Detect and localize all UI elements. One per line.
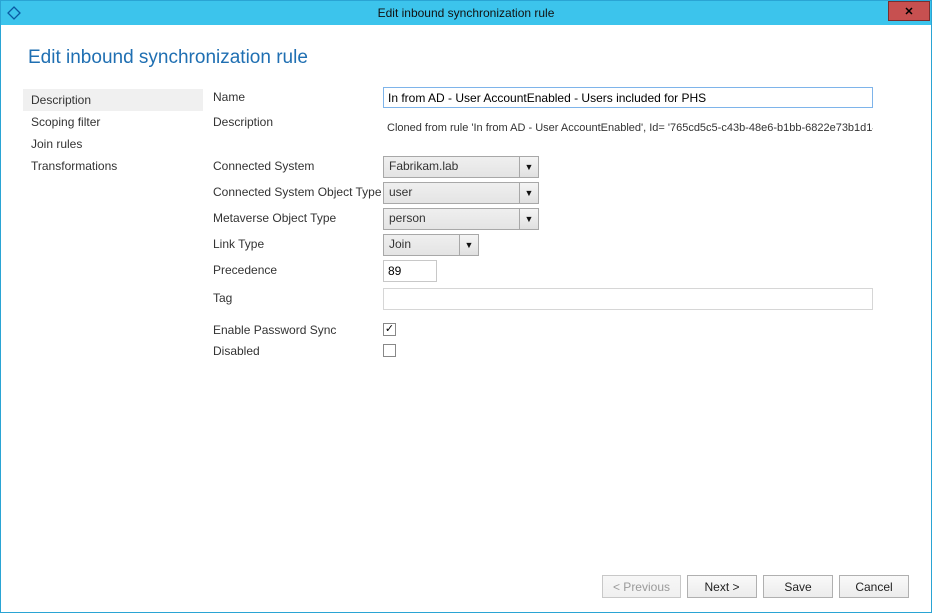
mv-object-type-value: person [383,208,519,230]
chevron-down-icon[interactable]: ▼ [459,234,479,256]
disabled-label: Disabled [213,341,383,358]
sidebar-item-label: Scoping filter [31,115,100,129]
main-row: Description Scoping filter Join rules Tr… [23,87,909,557]
window-title: Edit inbound synchronization rule [1,6,931,20]
cs-object-type-combo[interactable]: user ▼ [383,182,539,204]
mv-object-type-label: Metaverse Object Type [213,208,383,225]
sidebar-item-transformations[interactable]: Transformations [23,155,203,177]
cs-object-type-label: Connected System Object Type [213,182,383,199]
precedence-input[interactable] [383,260,437,282]
chevron-down-icon[interactable]: ▼ [519,208,539,230]
previous-button[interactable]: < Previous [602,575,681,598]
titlebar: Edit inbound synchronization rule ✕ [1,1,931,25]
close-icon: ✕ [904,5,913,18]
connected-system-value: Fabrikam.lab [383,156,519,178]
enable-pwd-sync-checkbox[interactable] [383,323,396,336]
sidebar-item-description[interactable]: Description [23,89,203,111]
content-area: Edit inbound synchronization rule Descri… [1,25,931,567]
sidebar-item-label: Description [31,93,91,107]
page-title: Edit inbound synchronization rule [23,47,909,69]
close-button[interactable]: ✕ [888,1,930,21]
connected-system-label: Connected System [213,156,383,173]
link-type-value: Join [383,234,459,256]
save-button[interactable]: Save [763,575,833,598]
link-type-label: Link Type [213,234,383,251]
tag-input[interactable] [383,288,873,310]
precedence-label: Precedence [213,260,383,277]
name-input[interactable] [383,87,873,108]
chevron-down-icon[interactable]: ▼ [519,182,539,204]
form-area: Name Description Cloned from rule 'In fr… [213,87,909,557]
chevron-down-icon[interactable]: ▼ [519,156,539,178]
connected-system-combo[interactable]: Fabrikam.lab ▼ [383,156,539,178]
name-label: Name [213,87,383,104]
sidebar-item-label: Transformations [31,159,117,173]
footer: < Previous Next > Save Cancel [1,567,931,612]
link-type-combo[interactable]: Join ▼ [383,234,479,256]
sidebar-item-label: Join rules [31,137,82,151]
tag-label: Tag [213,288,383,305]
sidebar-item-scoping-filter[interactable]: Scoping filter [23,111,203,133]
cs-object-type-value: user [383,182,519,204]
window-frame: Edit inbound synchronization rule ✕ Edit… [0,0,932,613]
description-text[interactable]: Cloned from rule 'In from AD - User Acco… [383,112,873,152]
sidebar-item-join-rules[interactable]: Join rules [23,133,203,155]
disabled-checkbox[interactable] [383,344,396,357]
mv-object-type-combo[interactable]: person ▼ [383,208,539,230]
description-label: Description [213,112,383,129]
enable-pwd-sync-label: Enable Password Sync [213,320,383,337]
next-button[interactable]: Next > [687,575,757,598]
cancel-button[interactable]: Cancel [839,575,909,598]
sidebar: Description Scoping filter Join rules Tr… [23,87,203,557]
